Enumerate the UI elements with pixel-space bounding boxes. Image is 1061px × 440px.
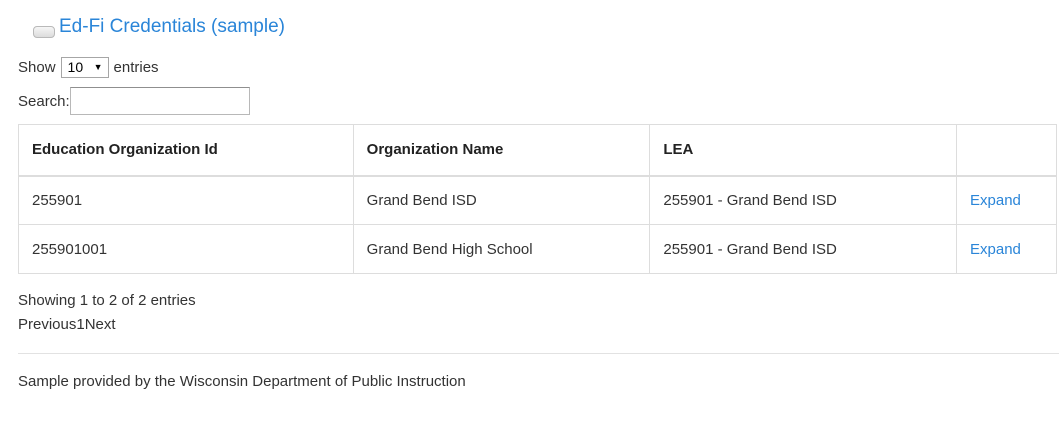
pagination-previous[interactable]: Previous	[18, 316, 76, 333]
cell-org-name: Grand Bend High School	[352, 224, 651, 274]
search-control: Search:	[18, 87, 250, 115]
expand-link[interactable]: Expand	[970, 241, 1021, 258]
cell-ed-org-id: 255901	[18, 175, 354, 225]
search-input[interactable]	[69, 87, 250, 115]
entries-select[interactable]: 10 ▼	[60, 56, 109, 78]
entries-length-control: Show 10 ▼ entries	[18, 56, 159, 78]
cell-lea: 255901 - Grand Bend ISD	[649, 175, 958, 225]
footer-text: Sample provided by the Wisconsin Departm…	[18, 373, 466, 390]
table-info: Showing 1 to 2 of 2 entries	[18, 292, 196, 309]
entries-label: entries	[113, 58, 159, 76]
cell-lea: 255901 - Grand Bend ISD	[649, 224, 958, 274]
column-header-actions	[956, 124, 1057, 177]
table-row: 255901 Grand Bend ISD 255901 - Grand Ben…	[18, 175, 1057, 225]
collapse-toggle-icon[interactable]	[33, 26, 55, 38]
cell-org-name: Grand Bend ISD	[352, 175, 651, 225]
table-header-row: Education Organization Id Organization N…	[18, 124, 1057, 177]
page: Ed-Fi Credentials (sample) Show 10 ▼ ent…	[0, 0, 1061, 440]
pagination-page-1[interactable]: 1	[76, 316, 84, 333]
column-header-org-name[interactable]: Organization Name	[352, 124, 651, 177]
page-title[interactable]: Ed-Fi Credentials (sample)	[59, 14, 285, 40]
cell-actions: Expand	[956, 224, 1057, 274]
pagination: Previous1Next	[18, 316, 116, 334]
show-label: Show	[18, 58, 56, 76]
column-header-ed-org-id[interactable]: Education Organization Id	[18, 124, 354, 177]
cell-actions: Expand	[956, 175, 1057, 225]
cell-ed-org-id: 255901001	[18, 224, 354, 274]
divider	[18, 353, 1059, 354]
pagination-next[interactable]: Next	[85, 316, 116, 333]
credentials-table: Education Organization Id Organization N…	[18, 124, 1057, 274]
title-row: Ed-Fi Credentials (sample)	[33, 14, 285, 40]
expand-link[interactable]: Expand	[970, 192, 1021, 209]
search-label: Search:	[18, 92, 70, 110]
column-header-lea[interactable]: LEA	[649, 124, 958, 177]
entries-select-value: 10	[67, 58, 84, 75]
table-row: 255901001 Grand Bend High School 255901 …	[18, 224, 1057, 274]
caret-down-icon: ▼	[93, 61, 103, 72]
